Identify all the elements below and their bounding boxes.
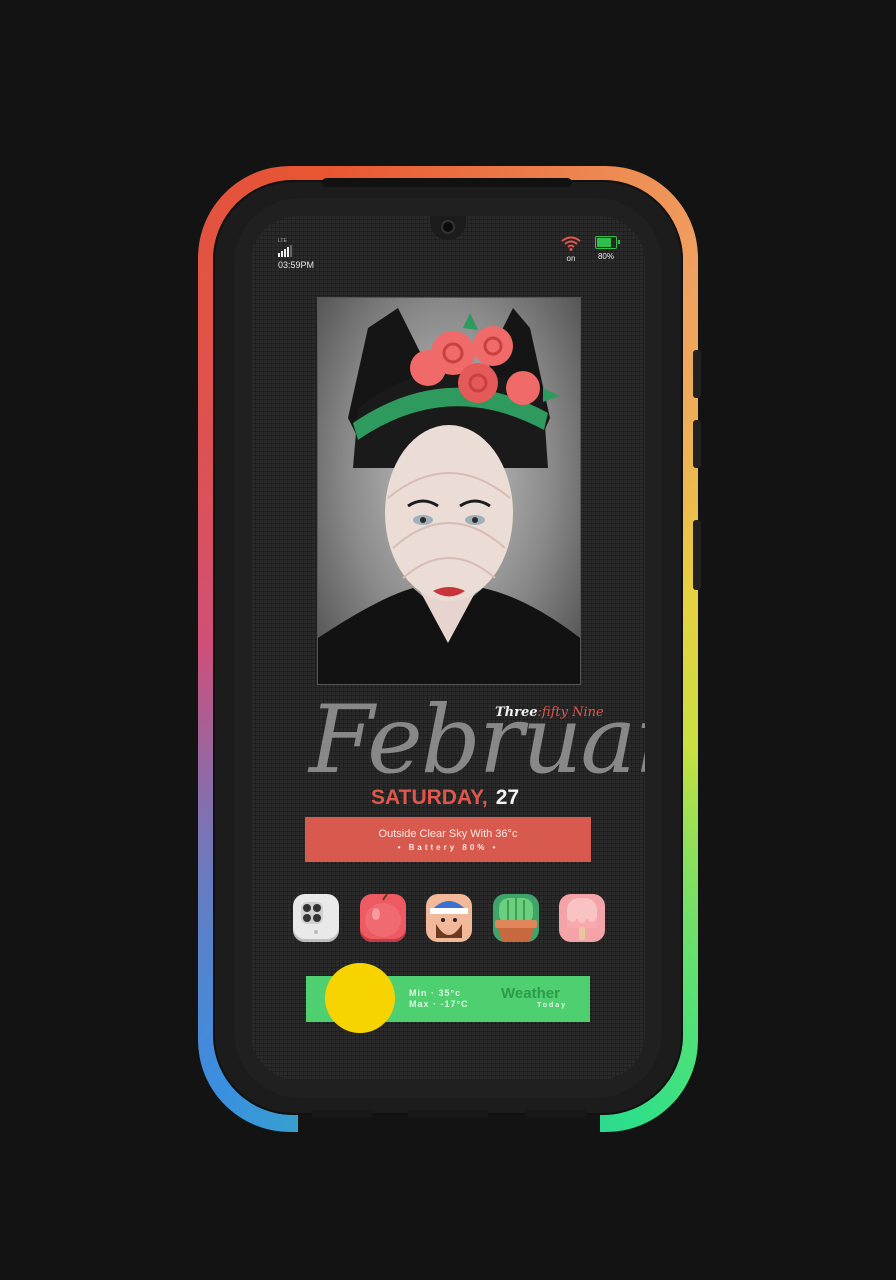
battery-fill [597,238,612,247]
power-button[interactable] [693,520,701,590]
battery-summary: • Battery 80% • [397,842,499,852]
weather-title: Weather [501,985,560,1002]
time-words-rest: :fifty Nine [537,705,604,720]
speaker-grill-left [312,1110,372,1118]
status-left: LTE 03:59PM [278,238,314,270]
weather-min: Min · 35°c [409,988,462,998]
battery-status: 80% [595,236,620,263]
weather-max: Max · -17°C [409,999,469,1009]
wifi-status[interactable]: on [561,236,581,263]
weather-subtitle: Today [537,1002,568,1009]
home-screen: LTE 03:59PM on 80% Februa Three:fifty Ni… [251,216,645,1080]
wifi-icon [561,236,581,251]
apple-icon[interactable] [359,894,406,942]
day-number: 27 [495,786,520,809]
weather-summary: Outside Clear Sky With 36°c [378,827,518,840]
bearded-man-icon[interactable] [426,894,472,942]
volume-down-button[interactable] [693,420,701,468]
wifi-label: on [566,254,576,263]
status-right: on 80% [561,236,620,263]
camera-app-icon[interactable] [293,894,339,942]
sun-icon [325,963,395,1033]
weather-min-max: Min · 35°c Max · -17°C [409,988,469,1010]
signal-icon [278,245,314,257]
portrait-wallpaper [317,297,581,685]
time-in-words: Three:fifty Nine [495,705,604,720]
portrait-artwork [318,308,580,684]
battery-icon [595,236,620,249]
front-camera-icon [443,222,453,232]
day-name: SATURDAY, [371,786,488,809]
speaker-slot [322,178,572,187]
battery-label: 80% [597,252,614,261]
volume-up-button[interactable] [693,350,701,398]
ice-cream-icon[interactable] [559,894,605,942]
status-time: 03:59PM [278,260,315,270]
time-words-first: Three [495,705,538,720]
app-dock [293,894,605,942]
month-label: February [309,686,645,795]
info-bar: Outside Clear Sky With 36°c • Battery 80… [305,817,591,862]
charging-port [408,1110,488,1118]
cactus-icon[interactable] [492,894,539,942]
day-line: SATURDAY, 27 [371,786,519,810]
speaker-grill-right [526,1110,586,1118]
network-label: LTE [278,238,287,244]
